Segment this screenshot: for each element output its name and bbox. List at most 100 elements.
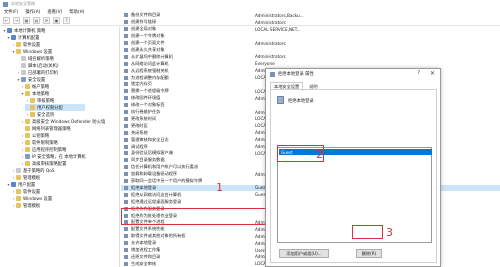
close-icon[interactable]: ✕	[430, 70, 435, 77]
tree-item[interactable]: › 公钥策略	[20, 132, 49, 139]
tree-item[interactable]: › 软件限制策略	[20, 139, 58, 146]
folder-icon	[30, 105, 35, 110]
pc-icon	[7, 28, 12, 33]
tree-item[interactable]: › 高级安全 Windows Defender 防火墙	[20, 118, 105, 125]
tree-item[interactable]: › 管理模板	[11, 202, 40, 209]
policy-row[interactable]: 创建一个页面文件 Administrators	[121, 40, 500, 47]
refresh-icon[interactable]: ⟳	[43, 17, 50, 24]
tree-item[interactable]: ▾ 计算机配置	[6, 34, 39, 41]
policy-icon	[124, 89, 128, 94]
policy-row[interactable]: 从网络访问此计算机 Everyone	[121, 60, 500, 67]
policy-name: 管理审核和安全日志	[131, 136, 169, 142]
policy-name: 允许本地登录	[131, 240, 157, 246]
folder-icon	[30, 112, 35, 117]
policy-row[interactable]: 从扩展坞中删除计算机 Administrators	[121, 53, 500, 60]
policy-row[interactable]: 创建全局对象 LOCAL SERVICE,NET...	[121, 26, 500, 33]
security-setting: Administrators	[255, 40, 286, 46]
tree-item-label: 已部署的打印机	[28, 70, 59, 76]
policy-icon	[124, 110, 128, 115]
tree-item[interactable]: › 基于策略的 QoS	[11, 167, 55, 174]
tree-item[interactable]: ▾ 用户配置	[6, 181, 35, 188]
policy-name: 增加进程工作集	[131, 247, 161, 253]
tree-item[interactable]: ▾ 安全设置	[16, 76, 45, 83]
policy-name: 替换一个进程级令牌	[131, 88, 169, 94]
tree-item-label: 本地计算机 策略	[14, 28, 46, 34]
menu-file[interactable]: 文件(F)	[4, 9, 18, 15]
tree-item[interactable]: 用户权限分配	[25, 104, 85, 111]
policy-name: 还原文件和目录	[131, 253, 161, 259]
policy-icon	[124, 20, 128, 25]
menu-view[interactable]: 查看(V)	[47, 9, 62, 15]
tree-item-label: 安全设置	[28, 77, 46, 83]
policy-row[interactable]: 备份文件和目录 Administrators,Backu...	[121, 12, 500, 19]
doc-icon	[21, 63, 26, 68]
forward-icon[interactable]: →	[13, 17, 20, 24]
export-icon[interactable]: ▣	[53, 17, 60, 24]
policy-name: 更改系统时间	[131, 115, 157, 121]
tree-item[interactable]: 网络列表管理器策略	[20, 125, 71, 132]
policy-icon	[124, 103, 128, 108]
tree-item-label: 管理模板	[23, 175, 41, 181]
tree-item[interactable]: › IP 安全策略，在 本地计算机	[20, 153, 86, 160]
tree-item[interactable]: › 软件设置	[11, 41, 40, 48]
policy-row[interactable]: 创建一个令牌对象	[121, 33, 500, 40]
policy-name: 从远程系统强制关机	[131, 67, 169, 73]
tree-item[interactable]: ▾ 本地策略	[20, 90, 49, 97]
tree-item[interactable]: › 帐户策略	[20, 83, 49, 90]
policy-name: 拒绝通过远程桌面服务登录	[131, 198, 182, 204]
add-user-button[interactable]: 添加用户或组(U)...	[279, 249, 329, 258]
tree-item[interactable]: › 管理模板	[11, 174, 40, 181]
app-icon	[3, 1, 8, 7]
policy-icon	[124, 199, 128, 204]
tree-item[interactable]: › 已部署的打印机	[16, 69, 58, 76]
tree-item[interactable]: ▾ 本地计算机 策略	[2, 27, 45, 34]
policy-name: 关闭系统	[131, 129, 148, 135]
tree-item[interactable]: › 应用程序控制策略	[20, 146, 66, 153]
navigation-tree: ▾ 本地计算机 策略 ▾ 计算机配置 › 软件设置 ▾ Windows 设置 域名解析策略 脚本(…	[0, 27, 120, 267]
tree-item[interactable]: › 安全选项	[25, 111, 54, 118]
policy-icon	[124, 185, 128, 190]
tree-item[interactable]: › 审核策略	[25, 97, 54, 104]
policy-name: 创建一个页面文件	[131, 40, 165, 46]
tree-item-label: 计算机配置	[18, 35, 40, 41]
tree-item[interactable]: 域名解析策略	[16, 55, 54, 62]
menu-action[interactable]: 操作(A)	[25, 9, 40, 15]
callout-2: 2	[316, 148, 323, 161]
policy-name: 获取同一会话中另一个用户的模拟令牌	[131, 178, 203, 184]
tree-item[interactable]: ▾ Windows 设置	[11, 48, 52, 55]
remove-button[interactable]: 删除(R)	[356, 249, 382, 258]
help-icon[interactable]: ?	[63, 17, 70, 24]
tree-item-label: 软件限制策略	[32, 140, 58, 146]
policy-row[interactable]: 创建符号链接 Administrators	[121, 19, 500, 26]
policy-row[interactable]: 创建永久共享对象	[121, 47, 500, 54]
shield-icon	[25, 154, 30, 159]
back-icon[interactable]: ←	[3, 17, 10, 24]
policy-icon	[124, 123, 128, 128]
tree-item[interactable]: › 高级审核策略配置	[20, 160, 66, 167]
tree-item-label: 高级审核策略配置	[32, 161, 67, 167]
console-tree-icon[interactable]: ▦	[23, 17, 30, 24]
policy-name: 身份验证后模拟客户端	[131, 150, 173, 156]
folder-icon	[25, 140, 30, 145]
tree-item-label: 高级安全 Windows Defender 防火墙	[32, 119, 106, 125]
help-icon[interactable]: ?	[417, 70, 420, 76]
policy-name: 创建符号链接	[131, 19, 157, 25]
tree-item[interactable]: 脚本(启动/关机)	[16, 62, 59, 69]
policy-name: 拒绝本地登录	[288, 99, 314, 104]
tree-item-label: 管理模板	[23, 203, 41, 209]
tree-item-label: 应用程序控制策略	[32, 147, 67, 153]
tree-item[interactable]: › Windows 设置	[11, 195, 52, 202]
policy-name: 执行卷维护任务	[131, 109, 161, 115]
policy-name: 同步目录服务数据	[131, 157, 165, 163]
policy-icon	[124, 82, 128, 87]
tree-item[interactable]: › 软件设置	[11, 188, 40, 195]
security-setting: Administrators	[255, 54, 286, 60]
policy-icon	[124, 165, 128, 170]
policy-name: 从网络访问此计算机	[131, 60, 169, 66]
policy-icon	[124, 54, 128, 59]
policy-icon	[124, 13, 128, 18]
menu-help[interactable]: 帮助(H)	[69, 9, 84, 15]
tree-item-label: 软件设置	[23, 189, 41, 195]
policy-icon	[124, 137, 128, 142]
list-view-icon[interactable]: ▤	[33, 17, 40, 24]
